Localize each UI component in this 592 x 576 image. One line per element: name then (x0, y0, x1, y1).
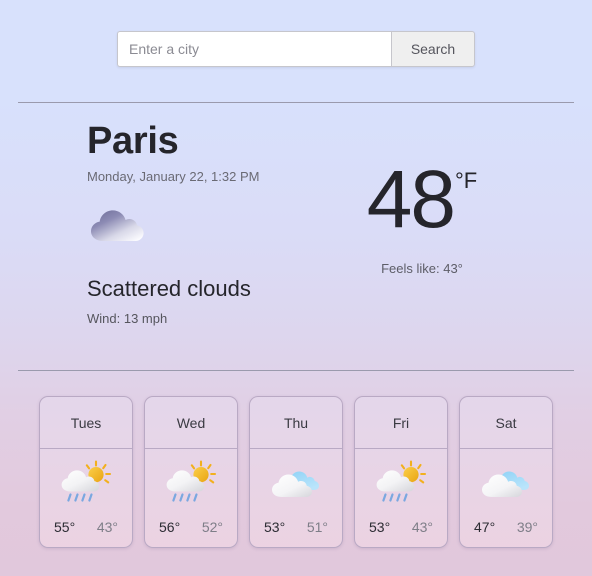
forecast-card-body: 53° 51° (250, 449, 342, 547)
weather-app: Search Paris Monday, January 22, 1:32 PM (0, 0, 592, 576)
raindrops-icon (172, 493, 198, 502)
cloud-icon (91, 210, 144, 241)
forecast-low: 51° (306, 519, 328, 535)
forecast-high: 53° (369, 519, 391, 535)
forecast-card-body: 47° 39° (460, 449, 552, 547)
forecast-temperatures: 47° 39° (460, 519, 552, 535)
divider-mid (18, 370, 574, 371)
forecast-temperatures: 53° 51° (250, 519, 342, 535)
cloud-blue-icon (272, 471, 319, 497)
forecast-day-label: Sat (460, 397, 552, 449)
city-name: Paris (87, 120, 179, 162)
forecast-card-body: 56° 52° (145, 449, 237, 547)
forecast-high: 53° (264, 519, 286, 535)
temperature-unit: °F (454, 168, 478, 193)
current-temperature-block: 48 °F Feels like: 43° (327, 154, 517, 277)
forecast-low: 43° (411, 519, 433, 535)
weather-condition: Scattered clouds (87, 275, 251, 301)
forecast-card[interactable]: Fri 53° 43° (354, 396, 448, 548)
feels-like: Feels like: 43° (381, 261, 463, 277)
forecast-card[interactable]: Thu 53° 51° (249, 396, 343, 548)
forecast-card-body: 53° 43° (355, 449, 447, 547)
forecast-day-label: Thu (250, 397, 342, 449)
forecast-day-label: Fri (355, 397, 447, 449)
forecast-high: 55° (54, 519, 76, 535)
raindrops-icon (67, 493, 93, 502)
wind-info: Wind: 13 mph (87, 310, 168, 326)
sun-cloud-rain-icon (166, 460, 217, 502)
forecast-low: 52° (201, 519, 223, 535)
forecast-temperatures: 53° 43° (355, 519, 447, 535)
raindrops-icon (382, 493, 408, 502)
search-button[interactable]: Search (391, 31, 475, 67)
forecast-temperatures: 55° 43° (40, 519, 132, 535)
forecast-card[interactable]: Sat 47° 39° (459, 396, 553, 548)
forecast-temperatures: 56° 52° (145, 519, 237, 535)
forecast-card-body: 55° 43° (40, 449, 132, 547)
forecast-high: 56° (159, 519, 181, 535)
forecast-list: Tues 55° 43° Wed 56° 52° Thu 53° 51° Fri… (0, 396, 592, 548)
search-bar: Search (0, 0, 592, 67)
forecast-card[interactable]: Wed 56° 52° (144, 396, 238, 548)
temperature-value: 48 (366, 154, 456, 245)
cloud-blue-icon (482, 471, 529, 497)
search-input[interactable] (117, 31, 391, 67)
forecast-high: 47° (474, 519, 496, 535)
temperature-line: 48 °F (327, 154, 517, 245)
forecast-day-label: Wed (145, 397, 237, 449)
sun-cloud-rain-icon (376, 460, 427, 502)
forecast-low: 43° (96, 519, 118, 535)
forecast-low: 39° (516, 519, 538, 535)
current-weather-section: Paris Monday, January 22, 1:32 PM Scatte… (0, 102, 592, 370)
sun-cloud-rain-icon (61, 460, 112, 502)
search-group: Search (117, 31, 475, 67)
forecast-card[interactable]: Tues 55° 43° (39, 396, 133, 548)
forecast-day-label: Tues (40, 397, 132, 449)
